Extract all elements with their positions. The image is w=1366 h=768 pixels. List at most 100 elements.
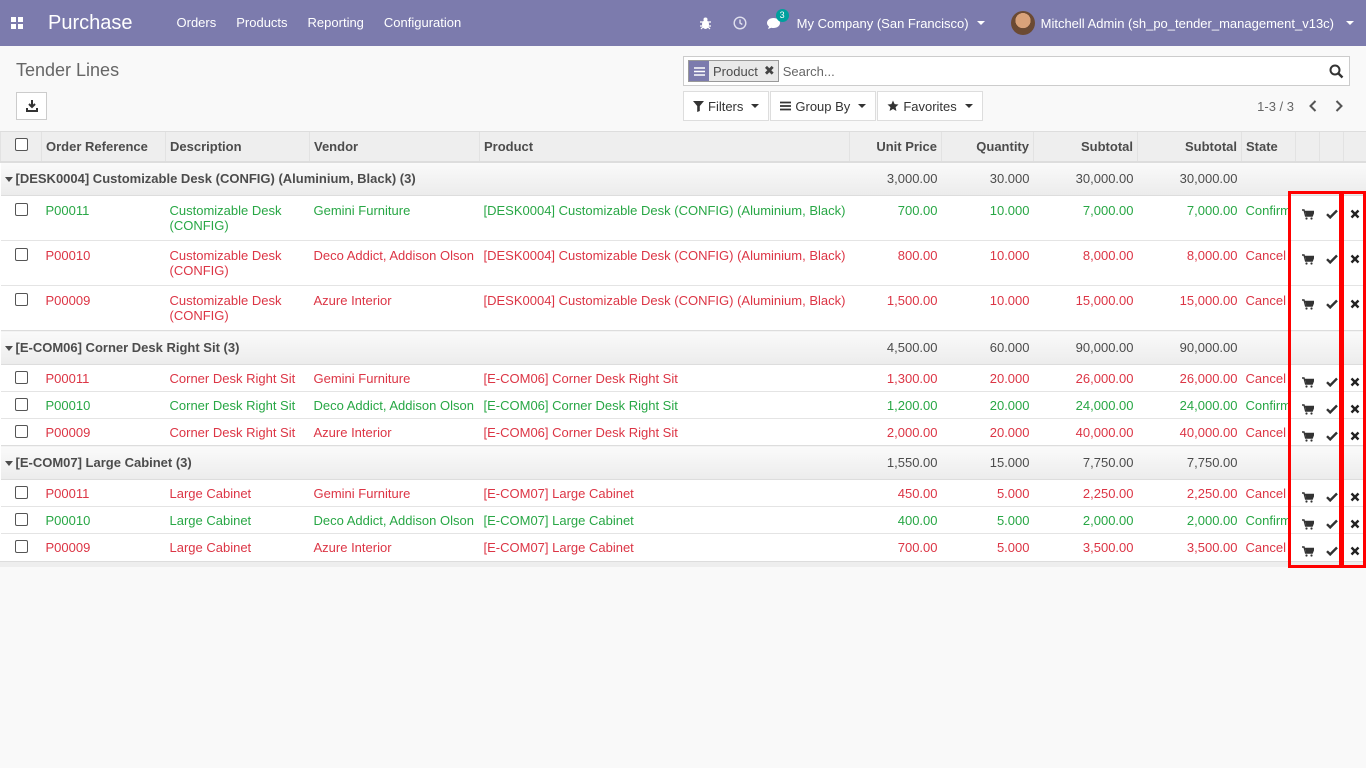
subtotal-2-cell[interactable]: 26,000.00 xyxy=(1137,364,1242,392)
column-header-unit-price[interactable]: Unit Price xyxy=(849,131,942,163)
select-all-checkbox[interactable] xyxy=(0,131,42,163)
group-by-dropdown[interactable]: Group By xyxy=(770,91,877,121)
group-row[interactable]: [DESK0004] Customizable Desk (CONFIG) (A… xyxy=(0,161,1366,196)
order-reference-cell[interactable]: P00009 xyxy=(41,285,166,331)
subtotal-2-cell[interactable]: 2,250.00 xyxy=(1137,479,1242,507)
close-icon[interactable] xyxy=(1343,391,1366,419)
vendor-cell[interactable]: Gemini Furniture xyxy=(309,479,480,507)
description-cell[interactable]: Corner Desk Right Sit xyxy=(165,418,310,446)
column-header-product[interactable]: Product xyxy=(479,131,850,163)
subtotal-2-cell[interactable]: 3,500.00 xyxy=(1137,533,1242,561)
state-cell[interactable]: Cancel xyxy=(1241,364,1296,392)
shopping-cart-icon[interactable] xyxy=(1295,364,1320,392)
search-input[interactable] xyxy=(778,63,1323,79)
subtotal-2-cell[interactable]: 15,000.00 xyxy=(1137,285,1242,331)
row-checkbox[interactable] xyxy=(0,533,42,561)
product-cell[interactable]: [E-COM06] Corner Desk Right Sit xyxy=(479,391,850,419)
order-reference-cell[interactable]: P00009 xyxy=(41,418,166,446)
check-icon[interactable] xyxy=(1319,479,1344,507)
description-cell[interactable]: Customizable Desk (CONFIG) xyxy=(165,240,310,286)
subtotal-2-cell[interactable]: 40,000.00 xyxy=(1137,418,1242,446)
description-cell[interactable]: Customizable Desk (CONFIG) xyxy=(165,285,310,331)
table-row[interactable]: P00009 Corner Desk Right Sit Azure Interio… xyxy=(0,418,1366,446)
column-header-order-reference[interactable]: Order Reference xyxy=(41,131,166,163)
menu-reporting[interactable]: Reporting xyxy=(298,0,374,46)
row-checkbox[interactable] xyxy=(0,364,42,392)
row-checkbox[interactable] xyxy=(0,479,42,507)
shopping-cart-icon[interactable] xyxy=(1295,479,1320,507)
apps-menu-icon[interactable] xyxy=(0,0,33,46)
debug-bug-icon[interactable] xyxy=(689,0,723,46)
description-cell[interactable]: Customizable Desk (CONFIG) xyxy=(165,195,310,241)
quantity-cell[interactable]: 20.000 xyxy=(941,418,1034,446)
subtotal-cell[interactable]: 2,250.00 xyxy=(1033,479,1138,507)
check-icon[interactable] xyxy=(1319,506,1344,534)
product-cell[interactable]: [DESK0004] Customizable Desk (CONFIG) (A… xyxy=(479,195,850,241)
description-cell[interactable]: Large Cabinet xyxy=(165,533,310,561)
shopping-cart-icon[interactable] xyxy=(1295,195,1320,241)
column-header-vendor[interactable]: Vendor xyxy=(309,131,480,163)
vendor-cell[interactable]: Azure Interior xyxy=(309,533,480,561)
order-reference-cell[interactable]: P00011 xyxy=(41,479,166,507)
product-cell[interactable]: [E-COM06] Corner Desk Right Sit xyxy=(479,364,850,392)
pager-value[interactable]: 1-3 / 3 xyxy=(1257,99,1294,114)
order-reference-cell[interactable]: P00011 xyxy=(41,364,166,392)
vendor-cell[interactable]: Gemini Furniture xyxy=(309,195,480,241)
shopping-cart-icon[interactable] xyxy=(1295,418,1320,446)
check-icon[interactable] xyxy=(1319,364,1344,392)
state-cell[interactable]: Cancel xyxy=(1241,285,1296,331)
check-icon[interactable] xyxy=(1319,418,1344,446)
group-label-cell[interactable]: [DESK0004] Customizable Desk (CONFIG) (A… xyxy=(0,161,850,196)
vendor-cell[interactable]: Deco Addict, Addison Olson xyxy=(309,391,480,419)
quantity-cell[interactable]: 20.000 xyxy=(941,364,1034,392)
state-cell[interactable]: Confirm xyxy=(1241,195,1296,241)
vendor-cell[interactable]: Azure Interior xyxy=(309,285,480,331)
column-header-quantity[interactable]: Quantity xyxy=(941,131,1034,163)
quantity-cell[interactable]: 10.000 xyxy=(941,195,1034,241)
vendor-cell[interactable]: Deco Addict, Addison Olson xyxy=(309,240,480,286)
export-button[interactable] xyxy=(16,92,47,120)
close-icon[interactable] xyxy=(1343,240,1366,286)
product-cell[interactable]: [E-COM07] Large Cabinet xyxy=(479,506,850,534)
check-icon[interactable] xyxy=(1319,195,1344,241)
group-label-cell[interactable]: [E-COM07] Large Cabinet (3) xyxy=(0,445,850,480)
search-icon[interactable] xyxy=(1323,57,1349,85)
shopping-cart-icon[interactable] xyxy=(1295,391,1320,419)
product-cell[interactable]: [E-COM07] Large Cabinet xyxy=(479,533,850,561)
unit-price-cell[interactable]: 1,500.00 xyxy=(849,285,942,331)
app-name[interactable]: Purchase xyxy=(48,12,133,35)
description-cell[interactable]: Corner Desk Right Sit xyxy=(165,391,310,419)
description-cell[interactable]: Large Cabinet xyxy=(165,479,310,507)
unit-price-cell[interactable]: 450.00 xyxy=(849,479,942,507)
shopping-cart-icon[interactable] xyxy=(1295,240,1320,286)
check-icon[interactable] xyxy=(1319,240,1344,286)
menu-products[interactable]: Products xyxy=(226,0,297,46)
company-switcher[interactable]: My Company (San Francisco) xyxy=(791,16,995,31)
subtotal-cell[interactable]: 15,000.00 xyxy=(1033,285,1138,331)
subtotal-2-cell[interactable]: 7,000.00 xyxy=(1137,195,1242,241)
subtotal-cell[interactable]: 7,000.00 xyxy=(1033,195,1138,241)
close-icon[interactable] xyxy=(1343,364,1366,392)
close-icon[interactable] xyxy=(1343,533,1366,561)
unit-price-cell[interactable]: 400.00 xyxy=(849,506,942,534)
table-row[interactable]: P00010 Large Cabinet Deco Addict, Addison … xyxy=(0,506,1366,534)
quantity-cell[interactable]: 5.000 xyxy=(941,506,1034,534)
check-icon[interactable] xyxy=(1319,533,1344,561)
table-row[interactable]: P00011 Large Cabinet Gemini Furniture [E-CO… xyxy=(0,479,1366,507)
state-cell[interactable]: Confirm xyxy=(1241,506,1296,534)
shopping-cart-icon[interactable] xyxy=(1295,506,1320,534)
state-cell[interactable]: Cancel xyxy=(1241,418,1296,446)
description-cell[interactable]: Large Cabinet xyxy=(165,506,310,534)
menu-orders[interactable]: Orders xyxy=(167,0,227,46)
subtotal-cell[interactable]: 8,000.00 xyxy=(1033,240,1138,286)
column-header-subtotal[interactable]: Subtotal xyxy=(1033,131,1138,163)
description-cell[interactable]: Corner Desk Right Sit xyxy=(165,364,310,392)
check-icon[interactable] xyxy=(1319,391,1344,419)
quantity-cell[interactable]: 5.000 xyxy=(941,479,1034,507)
state-cell[interactable]: Cancel xyxy=(1241,240,1296,286)
group-row[interactable]: [E-COM06] Corner Desk Right Sit (3) 4,500… xyxy=(0,330,1366,365)
subtotal-cell[interactable]: 40,000.00 xyxy=(1033,418,1138,446)
subtotal-cell[interactable]: 26,000.00 xyxy=(1033,364,1138,392)
group-row[interactable]: [E-COM07] Large Cabinet (3) 1,550.00 15.00… xyxy=(0,445,1366,480)
subtotal-2-cell[interactable]: 2,000.00 xyxy=(1137,506,1242,534)
